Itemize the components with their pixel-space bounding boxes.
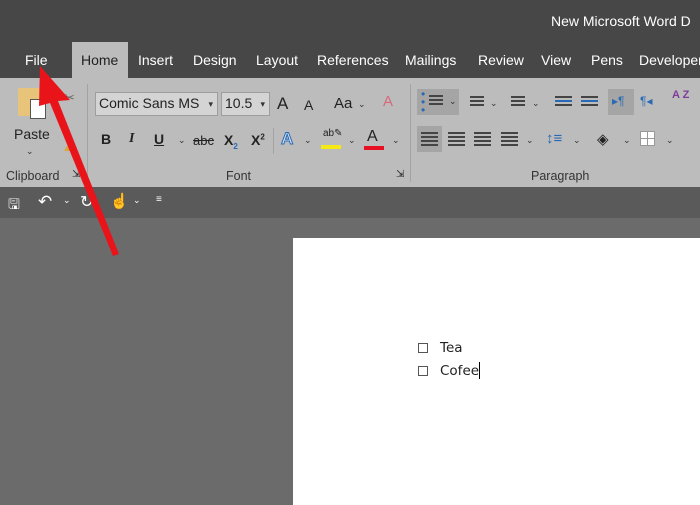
arrow-icon (39, 66, 119, 256)
red-arrow-annotation (39, 66, 119, 256)
